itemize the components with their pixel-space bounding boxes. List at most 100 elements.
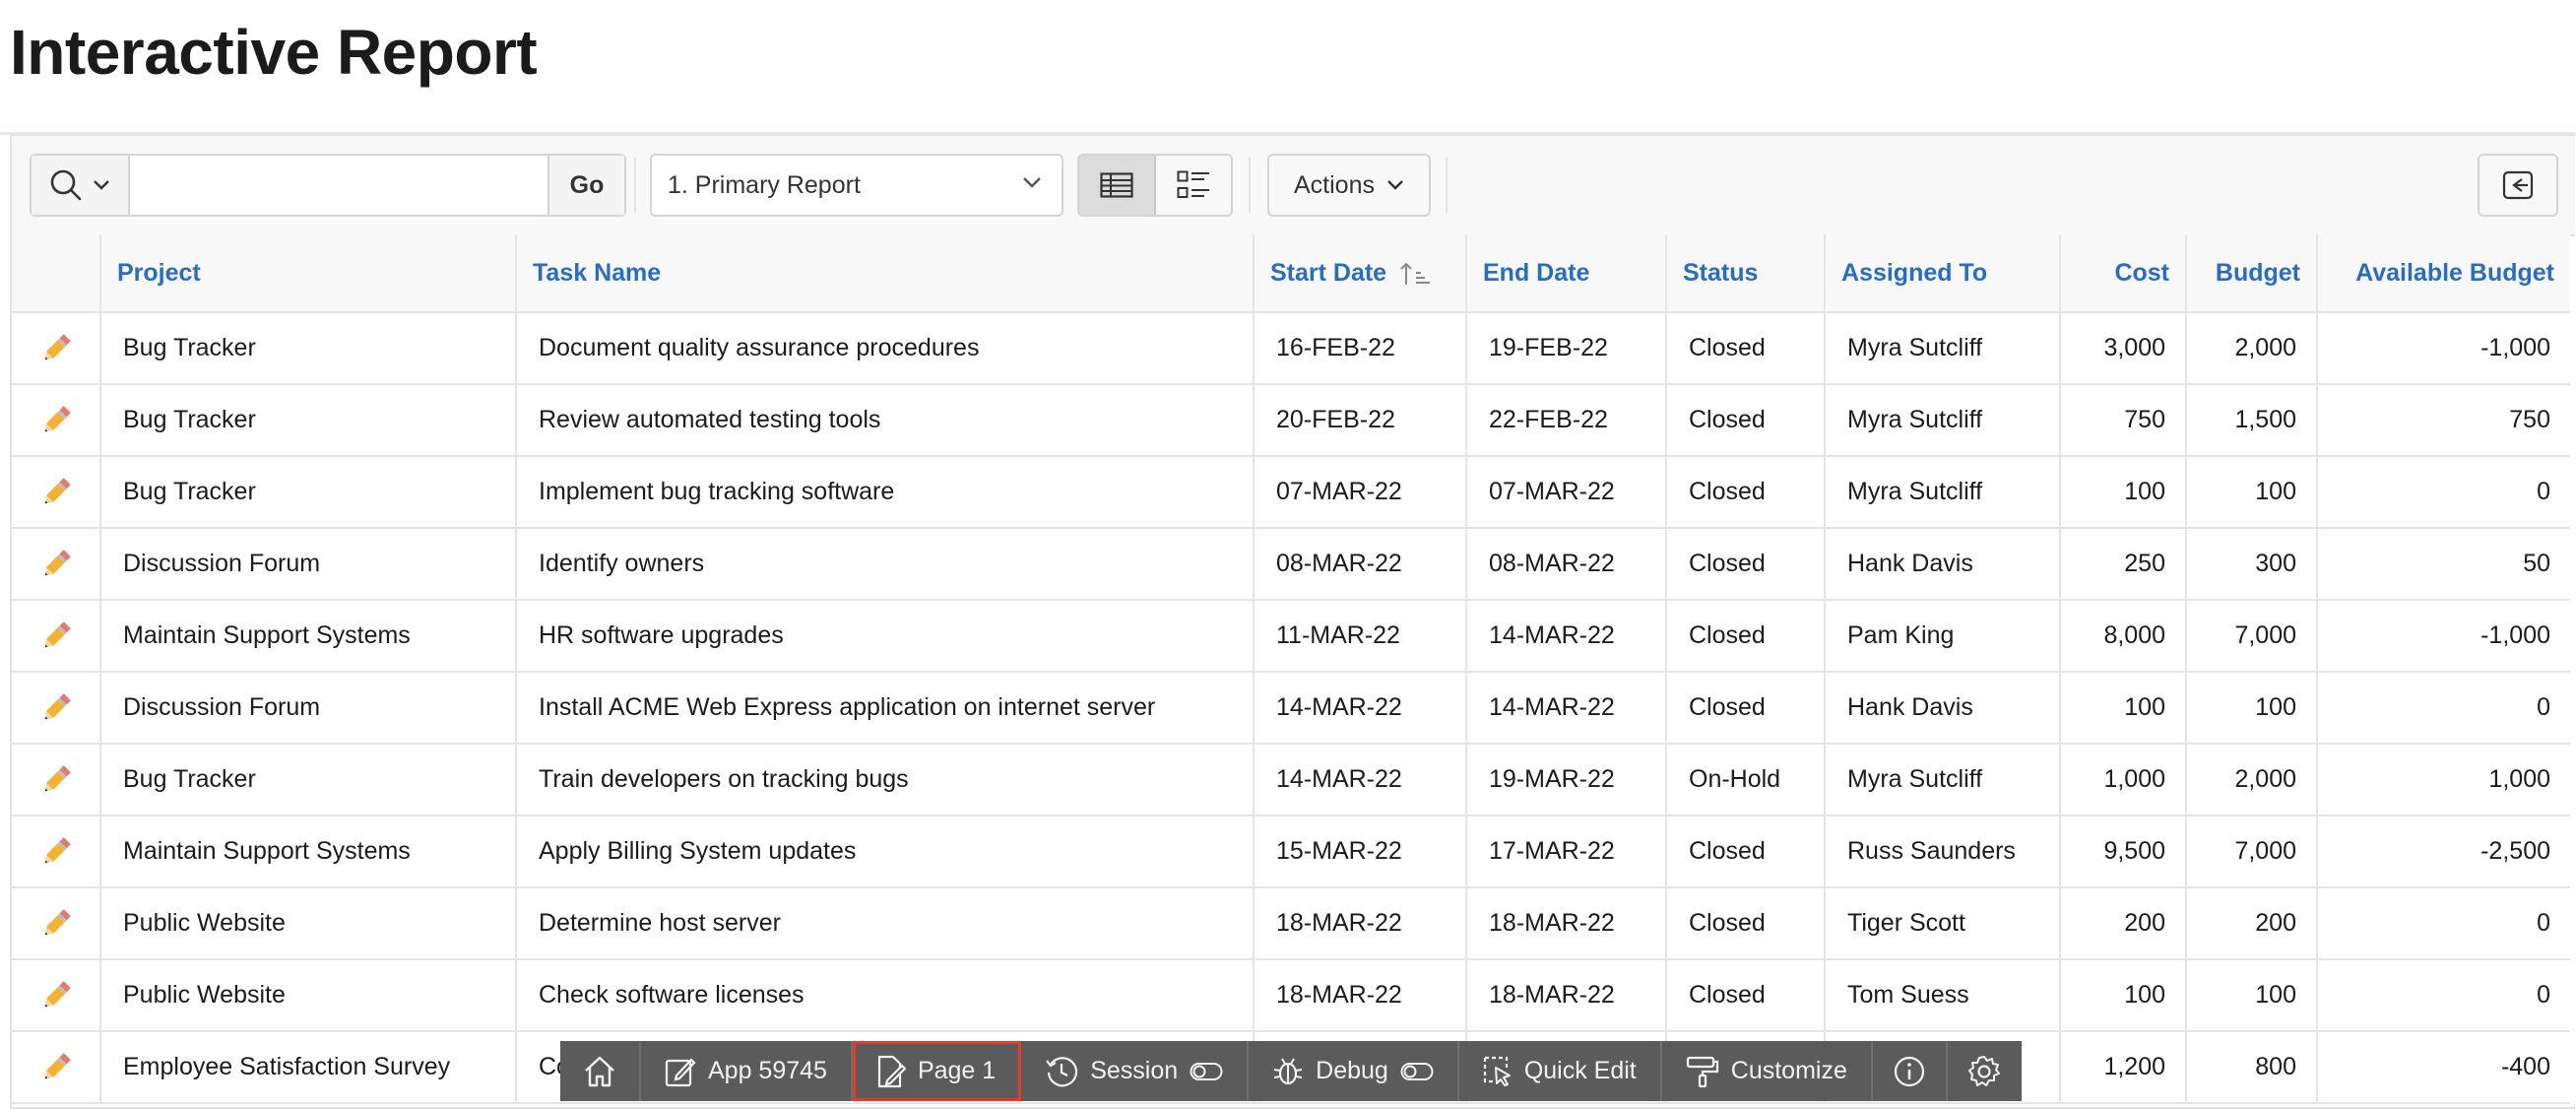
actions-menu-button[interactable]: Actions (1267, 154, 1431, 217)
cell-project: Bug Tracker (99, 456, 516, 529)
toolbar-separator (1446, 158, 1448, 213)
column-header-budget[interactable]: Budget (2185, 234, 2317, 313)
detail-view-button[interactable] (1156, 156, 1231, 215)
edit-link[interactable] (12, 312, 100, 385)
chevron-down-icon (1023, 177, 1041, 188)
quick-edit-icon (1483, 1056, 1511, 1086)
saved-report-select[interactable]: 1. Primary Report (650, 154, 1063, 217)
edit-link[interactable] (12, 815, 100, 888)
edit-pencil-icon (44, 1052, 71, 1078)
edit-link[interactable] (12, 672, 100, 745)
dev-app-button[interactable]: App 59745 (641, 1041, 853, 1101)
cell-cost: 1,000 (2059, 744, 2186, 816)
column-header-status[interactable]: Status (1665, 234, 1825, 313)
dev-session-button[interactable]: Session (1021, 1041, 1250, 1101)
report-table-body: Bug Tracker Document quality assurance pr… (12, 312, 2570, 1104)
dev-debug-button[interactable]: Debug (1249, 1041, 1459, 1101)
cell-available-budget: -1,000 (2316, 312, 2570, 385)
cell-available-budget: 0 (2316, 456, 2570, 529)
search-group: Go (30, 154, 626, 217)
info-icon (1894, 1056, 1924, 1086)
dev-settings-button[interactable] (1948, 1041, 2021, 1101)
cell-assigned-to: Myra Sutcliff (1824, 384, 2060, 457)
cell-cost: 750 (2059, 384, 2186, 457)
search-input[interactable] (130, 156, 547, 215)
cell-available-budget: 0 (2316, 672, 2570, 745)
session-clock-icon (1046, 1056, 1078, 1086)
table-row: Public Website Determine host server 18-MA… (12, 887, 2570, 960)
reset-report-button[interactable] (2478, 154, 2558, 217)
developer-toolbar: App 59745 Page 1 Session Debug Quick Edi… (560, 1041, 2022, 1101)
edit-page-icon (877, 1055, 906, 1087)
cell-cost: 100 (2059, 456, 2186, 529)
edit-link[interactable] (12, 456, 100, 529)
edit-link[interactable] (12, 959, 100, 1032)
grid-view-button[interactable] (1079, 156, 1156, 215)
table-row: Public Website Check software licenses 18-… (12, 959, 2570, 1032)
cell-end-date: 22-FEB-22 (1465, 384, 1666, 457)
dev-quick-edit-button[interactable]: Quick Edit (1459, 1041, 1662, 1101)
edit-link[interactable] (12, 528, 100, 601)
toggle-icon (1190, 1062, 1223, 1080)
sort-ascending-icon (1400, 262, 1431, 285)
column-header-cost[interactable]: Cost (2059, 234, 2186, 313)
cell-available-budget: 0 (2316, 887, 2570, 960)
cell-project: Maintain Support Systems (99, 600, 516, 673)
edit-pencil-icon (44, 333, 71, 359)
chevron-down-icon (1387, 180, 1403, 190)
cell-start-date: 16-FEB-22 (1253, 312, 1466, 385)
cell-status: Closed (1665, 456, 1825, 529)
grid-view-icon (1100, 172, 1133, 198)
dev-customize-button[interactable]: Customize (1662, 1041, 1873, 1101)
column-header-end-date[interactable]: End Date (1465, 234, 1666, 313)
cell-task-name: Review automated testing tools (515, 384, 1254, 457)
cell-status: Closed (1665, 959, 1825, 1032)
search-column-selector[interactable] (32, 156, 130, 215)
cell-assigned-to: Tom Suess (1824, 959, 2060, 1032)
table-row: Discussion Forum Install ACME Web Express… (12, 672, 2570, 745)
dev-session-label: Session (1090, 1057, 1179, 1084)
edit-pencil-icon (44, 908, 71, 935)
cell-status: Closed (1665, 672, 1825, 745)
home-icon (585, 1056, 614, 1086)
cell-budget: 800 (2185, 1031, 2317, 1104)
cell-status: Closed (1665, 312, 1825, 385)
cell-status: Closed (1665, 887, 1825, 960)
cell-budget: 100 (2185, 959, 2317, 1032)
cell-cost: 100 (2059, 672, 2186, 745)
view-toggle (1077, 154, 1233, 217)
cell-assigned-to: Myra Sutcliff (1824, 312, 2060, 385)
cell-end-date: 07-MAR-22 (1465, 456, 1666, 529)
cell-start-date: 18-MAR-22 (1253, 887, 1466, 960)
table-row: Bug Tracker Document quality assurance pr… (12, 312, 2570, 385)
go-button[interactable]: Go (547, 156, 624, 215)
cell-task-name: Implement bug tracking software (515, 456, 1254, 529)
edit-link[interactable] (12, 744, 100, 816)
report-toolbar: Go 1. Primary Report Actions (12, 136, 2575, 236)
edit-link[interactable] (12, 600, 100, 673)
column-header-available-budget[interactable]: Available Budget (2316, 234, 2570, 313)
edit-link[interactable] (12, 1031, 100, 1104)
cell-task-name: Train developers on tracking bugs (515, 744, 1254, 816)
dev-info-button[interactable] (1873, 1041, 1948, 1101)
cell-task-name: Install ACME Web Express application on … (515, 672, 1254, 745)
cell-end-date: 19-FEB-22 (1465, 312, 1666, 385)
column-header-start-date[interactable]: Start Date (1253, 234, 1466, 313)
cell-task-name: Identify owners (515, 528, 1254, 601)
cell-task-name: Check software licenses (515, 959, 1254, 1032)
paint-roller-icon (1686, 1056, 1718, 1087)
cell-start-date: 14-MAR-22 (1253, 672, 1466, 745)
dev-home-button[interactable] (560, 1041, 641, 1101)
edit-link[interactable] (12, 887, 100, 960)
edit-link[interactable] (12, 384, 100, 457)
toolbar-separator (634, 158, 636, 213)
cell-available-budget: 0 (2316, 959, 2570, 1032)
cell-project: Public Website (99, 887, 516, 960)
column-header-task-name[interactable]: Task Name (515, 234, 1254, 313)
dev-page-button[interactable]: Page 1 (852, 1041, 1022, 1101)
column-header-project[interactable]: Project (99, 234, 516, 313)
dev-debug-label: Debug (1316, 1057, 1388, 1084)
saved-report-value: 1. Primary Report (668, 170, 861, 199)
column-header-assigned-to[interactable]: Assigned To (1824, 234, 2060, 313)
cell-assigned-to: Hank Davis (1824, 672, 2060, 745)
